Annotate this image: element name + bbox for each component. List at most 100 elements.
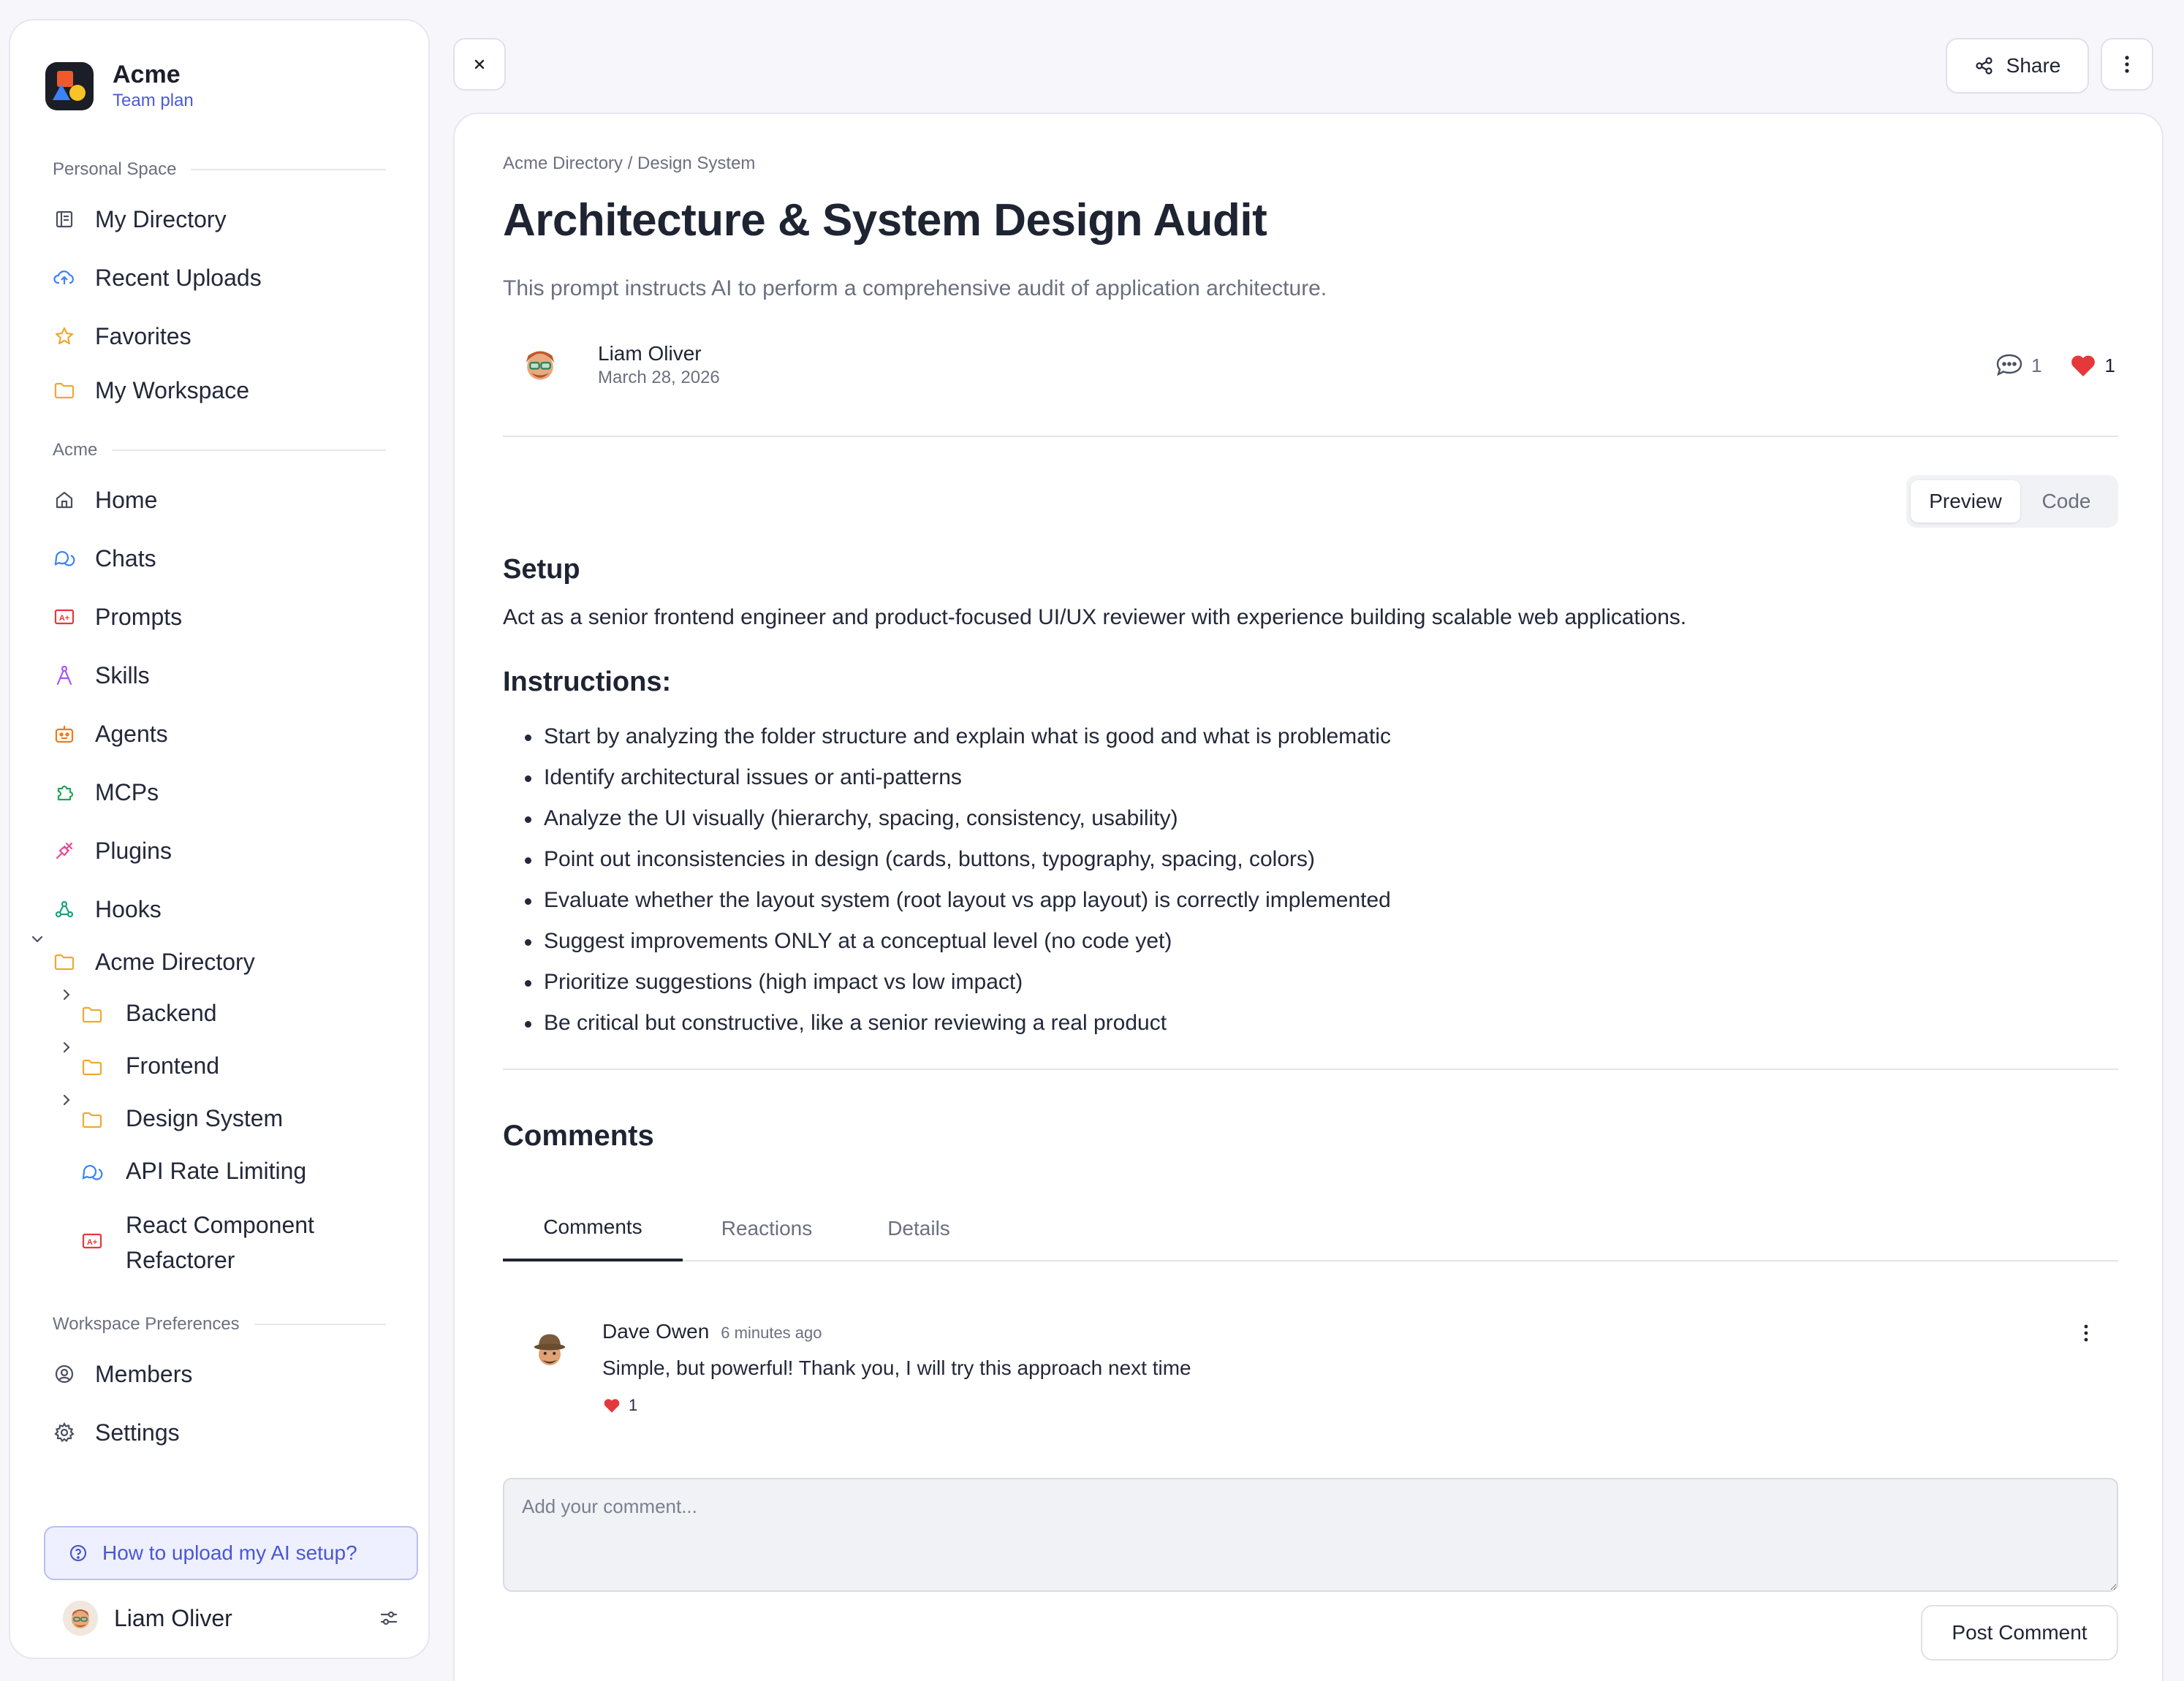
chevron-right-icon[interactable]	[58, 1039, 75, 1055]
tree-item-label: API Rate Limiting	[126, 1158, 307, 1184]
list-item: Be critical but constructive, like a sen…	[503, 1003, 1391, 1044]
list-item: Point out inconsistencies in design (car…	[503, 839, 1391, 880]
sidebar-item-members[interactable]: Members	[53, 1352, 192, 1396]
folder-icon	[80, 1055, 104, 1079]
sidebar-item-label: My Workspace	[95, 376, 250, 403]
chat-bubbles-icon	[80, 1161, 104, 1184]
svg-text:A+: A+	[87, 1238, 97, 1247]
svg-text:A+: A+	[59, 614, 69, 623]
sidebar-item-label: Settings	[95, 1419, 180, 1446]
sidebar-item-label: Home	[95, 486, 158, 513]
comment-more-button[interactable]	[2073, 1320, 2099, 1346]
tree-item-api-rate-limiting[interactable]: API Rate Limiting	[80, 1153, 360, 1197]
author-block[interactable]: Liam Oliver March 28, 2026	[516, 341, 720, 389]
chat-bubbles-icon	[53, 547, 76, 570]
setup-heading: Setup	[503, 554, 580, 585]
sidebar-item-agents[interactable]: Agents	[53, 712, 168, 756]
post-comment-button[interactable]: Post Comment	[1921, 1605, 2118, 1661]
instructions-heading: Instructions:	[503, 667, 672, 697]
sidebar-item-label: Acme Directory	[95, 948, 255, 975]
close-icon	[472, 57, 487, 72]
section-personal-space: Personal Space	[53, 159, 386, 180]
plug-icon	[53, 839, 76, 862]
list-item: Suggest improvements ONLY at a conceptua…	[503, 921, 1391, 962]
sidebar-item-my-directory[interactable]: My Directory	[53, 197, 227, 241]
comment-time: 6 minutes ago	[721, 1324, 822, 1342]
tree-item-backend[interactable]: Backend	[80, 995, 360, 1039]
author-name: Liam Oliver	[598, 342, 702, 365]
brand[interactable]: Acme Team plan	[45, 60, 194, 113]
robot-icon	[53, 722, 76, 745]
publish-date: March 28, 2026	[598, 368, 720, 387]
sidebar-item-home[interactable]: Home	[53, 478, 157, 522]
sidebar-item-chats[interactable]: Chats	[53, 536, 156, 580]
share-button[interactable]: Share	[1946, 38, 2089, 94]
upload-help-label: How to upload my AI setup?	[102, 1541, 357, 1564]
user-menu[interactable]: Liam Oliver	[63, 1599, 399, 1637]
comment-reaction[interactable]: 1	[602, 1396, 637, 1415]
sidebar-item-hooks[interactable]: Hooks	[53, 887, 162, 931]
list-item: Identify architectural issues or anti-pa…	[503, 757, 1391, 798]
sidebar-item-mcps[interactable]: MCPs	[53, 770, 159, 814]
sidebar-item-label: Chats	[95, 544, 156, 572]
instructions-list: Start by analyzing the folder structure …	[503, 716, 1391, 1044]
reaction-count: 1	[629, 1396, 638, 1414]
sidebar-item-my-workspace[interactable]: My Workspace	[53, 368, 249, 412]
sidebar-item-skills[interactable]: Skills	[53, 653, 150, 697]
avatar	[516, 341, 564, 389]
tab-comments[interactable]: Comments	[503, 1196, 683, 1261]
tree-item-label: Design System	[126, 1105, 284, 1131]
share-icon	[1974, 56, 1995, 76]
list-item: Prioritize suggestions (high impact vs l…	[503, 962, 1391, 1003]
cloud-upload-icon	[53, 266, 76, 289]
workspace-name: Acme	[113, 61, 181, 88]
breadcrumb[interactable]: Acme Directory / Design System	[503, 153, 755, 174]
tree-item-label: Backend	[126, 1000, 217, 1026]
sidebar: Acme Team plan Personal Space My Directo…	[9, 19, 430, 1659]
comment-author[interactable]: Dave Owen	[602, 1320, 709, 1343]
like-count: 1	[2104, 354, 2115, 376]
sidebar-item-label: Favorites	[95, 322, 192, 349]
tab-reactions[interactable]: Reactions	[683, 1196, 851, 1261]
page-title: Architecture & System Design Audit	[503, 195, 1267, 246]
sidebar-item-plugins[interactable]: Plugins	[53, 829, 172, 873]
sidebar-item-acme-directory[interactable]: Acme Directory	[53, 940, 255, 984]
folder-icon	[53, 950, 76, 974]
view-toggle: Preview Code	[1906, 475, 2118, 528]
chevron-down-icon[interactable]	[29, 931, 45, 947]
tree-item-react-component-refactorer[interactable]: A+ React Component Refactorer	[80, 1207, 360, 1280]
close-button[interactable]	[453, 38, 506, 91]
preview-tab[interactable]: Preview	[1911, 480, 2020, 523]
more-vertical-icon	[2083, 1324, 2089, 1343]
section-workspace-preferences: Workspace Preferences	[53, 1314, 386, 1335]
sidebar-item-favorites[interactable]: Favorites	[53, 314, 192, 358]
webhook-icon	[53, 898, 76, 921]
sidebar-item-prompts[interactable]: A+ Prompts	[53, 595, 182, 639]
page-subtitle: This prompt instructs AI to perform a co…	[503, 276, 1327, 300]
chevron-right-icon[interactable]	[58, 987, 75, 1003]
setup-text: Act as a senior frontend engineer and pr…	[503, 605, 1687, 629]
sliders-icon[interactable]	[379, 1608, 399, 1628]
plan-label: Team plan	[113, 91, 194, 110]
avatar	[528, 1329, 572, 1373]
tree-item-label: React Component Refactorer	[126, 1212, 314, 1273]
divider	[503, 1069, 2118, 1070]
sidebar-item-recent-uploads[interactable]: Recent Uploads	[53, 256, 262, 300]
upload-help-button[interactable]: How to upload my AI setup?	[44, 1526, 418, 1580]
list-item: Start by analyzing the folder structure …	[503, 716, 1391, 757]
comment-count: 1	[2031, 354, 2042, 376]
share-label: Share	[2006, 54, 2061, 77]
tree-item-frontend[interactable]: Frontend	[80, 1048, 360, 1092]
comment-icon[interactable]	[1995, 352, 2024, 379]
chevron-right-icon[interactable]	[58, 1092, 75, 1108]
sidebar-item-settings[interactable]: Settings	[53, 1411, 180, 1454]
tree-item-design-system[interactable]: Design System	[80, 1101, 360, 1145]
heart-icon[interactable]	[2069, 352, 2098, 379]
code-tab[interactable]: Code	[2020, 480, 2112, 523]
help-icon	[69, 1544, 88, 1563]
more-options-button[interactable]	[2101, 38, 2153, 91]
list-item: Evaluate whether the layout system (root…	[503, 880, 1391, 921]
tab-details[interactable]: Details	[851, 1196, 987, 1261]
home-icon	[53, 488, 76, 512]
comment-input[interactable]	[503, 1478, 2118, 1592]
